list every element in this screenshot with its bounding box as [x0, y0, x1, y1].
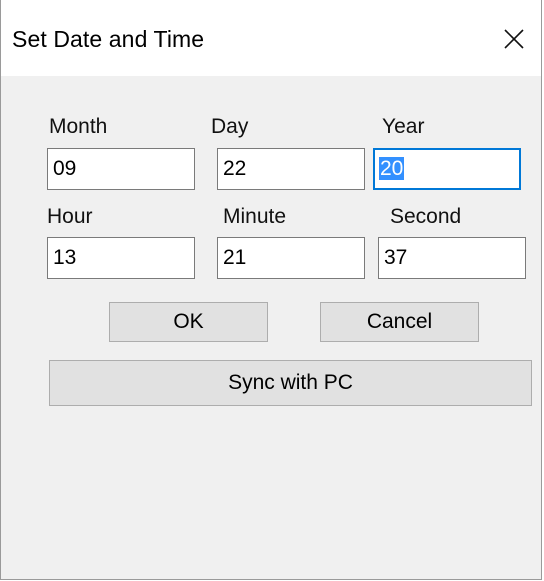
- year-label: Year: [382, 115, 425, 138]
- hour-label: Hour: [47, 205, 93, 228]
- month-field[interactable]: 09: [47, 148, 195, 190]
- day-label: Day: [211, 115, 249, 138]
- sync-button-label: Sync with PC: [228, 371, 353, 394]
- title-bar: Set Date and Time: [1, 0, 541, 76]
- sync-with-pc-button[interactable]: Sync with PC: [49, 360, 532, 406]
- year-field[interactable]: 20: [373, 148, 521, 190]
- cancel-button[interactable]: Cancel: [320, 302, 479, 342]
- set-date-time-dialog: Set Date and Time Month Day Year 09 22 2…: [0, 0, 542, 580]
- month-value: 09: [53, 157, 77, 180]
- second-label: Second: [390, 205, 462, 228]
- minute-field[interactable]: 21: [217, 237, 365, 279]
- hour-value: 13: [53, 246, 77, 269]
- close-icon: [504, 29, 524, 49]
- hour-field[interactable]: 13: [47, 237, 195, 279]
- cancel-button-label: Cancel: [366, 310, 433, 333]
- year-value: 20: [379, 157, 405, 180]
- minute-value: 21: [223, 246, 247, 269]
- ok-button[interactable]: OK: [109, 302, 268, 342]
- second-field[interactable]: 37: [378, 237, 526, 279]
- dialog-title: Set Date and Time: [12, 26, 205, 52]
- day-value: 22: [223, 157, 247, 180]
- month-label: Month: [49, 115, 108, 138]
- second-value: 37: [384, 246, 408, 269]
- minute-label: Minute: [223, 205, 287, 228]
- close-button[interactable]: [491, 14, 537, 64]
- day-field[interactable]: 22: [217, 148, 365, 190]
- ok-button-label: OK: [173, 310, 204, 333]
